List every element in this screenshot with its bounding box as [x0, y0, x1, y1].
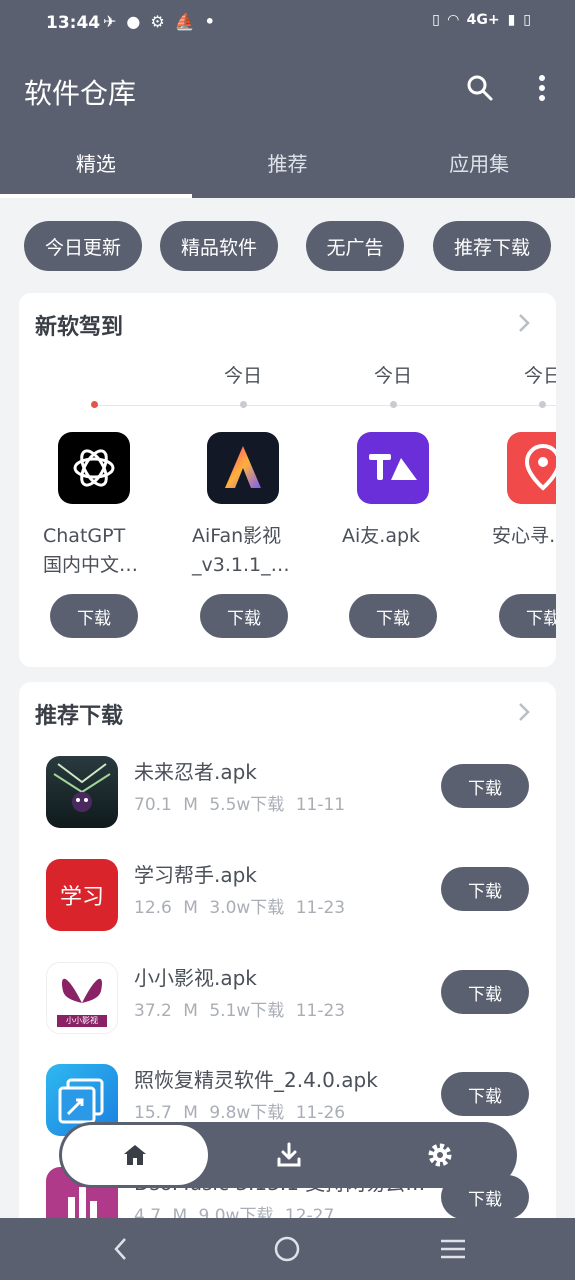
circle-home-icon — [274, 1236, 300, 1262]
timeline-line — [94, 405, 556, 406]
network-type: 4G+ — [466, 12, 500, 28]
more-button[interactable] — [524, 70, 560, 106]
download-button[interactable]: 下载 — [200, 594, 288, 638]
back-button[interactable] — [106, 1234, 136, 1264]
chip-premium[interactable]: 精品软件 — [160, 221, 278, 271]
timeline-dot — [539, 401, 546, 408]
signal-icon: ▮ — [507, 12, 516, 28]
page-title: 软件仓库 — [24, 77, 137, 110]
vibrate-icon: ▯ — [432, 12, 440, 28]
chip-today-updates[interactable]: 今日更新 — [24, 221, 142, 271]
timeline-dot — [390, 401, 397, 408]
back-icon — [114, 1238, 126, 1260]
wifi-icon: ◠ — [447, 12, 459, 28]
item-meta: 12.6 M 3.0w下载 11-23 — [134, 898, 346, 918]
dot-icon: • — [204, 12, 215, 31]
timeline-dot-active — [91, 401, 98, 408]
timeline-dot — [240, 401, 247, 408]
item-meta: 37.2 M 5.1w下载 11-23 — [134, 1001, 346, 1021]
gear-icon — [428, 1143, 452, 1167]
nav-home[interactable] — [62, 1125, 208, 1185]
list-item[interactable]: 小小影视 小小影视.apk 37.2 M 5.1w下载 11-23 下载 — [19, 962, 556, 1062]
status-bar: 13:44 ✈ ● ⚙ ⛵ • ▯ ◠ 4G+ ▮ ▯ — [0, 0, 575, 46]
list-item[interactable]: 未来忍者.apk 70.1 M 5.5w下载 11-11 下载 — [19, 756, 556, 856]
system-navigation-bar — [0, 1218, 575, 1280]
chevron-right-icon[interactable] — [514, 700, 534, 724]
download-button[interactable]: 下载 — [349, 594, 437, 638]
download-button[interactable]: 下载 — [441, 1072, 529, 1116]
app-name: AiFan影视 — [192, 525, 282, 547]
nav-downloads[interactable] — [239, 1122, 339, 1188]
new-arrivals-card: 新软驾到 今日 今日 今日 ChatGPT 国内中文… 下载 AiFan影视 _… — [19, 293, 556, 667]
ninja-game-icon — [46, 756, 118, 828]
app-header: 13:44 ✈ ● ⚙ ⛵ • ▯ ◠ 4G+ ▮ ▯ 软件仓库 精选 推荐 应… — [0, 0, 575, 198]
item-name: 学习帮手.apk — [134, 863, 257, 887]
chat-icon: ● — [126, 12, 141, 31]
download-button[interactable]: 下载 — [441, 867, 529, 911]
home-system-button[interactable] — [272, 1234, 302, 1264]
more-vert-icon — [539, 75, 545, 101]
app-item[interactable]: Ai友.apk — [318, 432, 458, 551]
boat-icon: ⛵ — [174, 12, 195, 31]
app-item[interactable]: 安心寻… — [468, 432, 556, 551]
status-time: 13:44 — [46, 13, 101, 33]
app-name-cont: _v3.1.1_… — [192, 554, 290, 576]
app-item[interactable]: AiFan影视 _v3.1.1_… — [168, 432, 308, 580]
tab-collections[interactable]: 应用集 — [383, 130, 575, 198]
home-icon — [124, 1145, 146, 1165]
study-app-icon: 学习 — [46, 859, 118, 931]
app-name-cont: 国内中文… — [43, 554, 139, 576]
new-arrivals-title: 新软驾到 — [35, 315, 124, 340]
search-icon — [467, 75, 493, 101]
butterfly-video-icon: 小小影视 — [46, 962, 118, 1034]
recents-button[interactable] — [438, 1234, 468, 1264]
app-name: ChatGPT — [43, 525, 126, 547]
app-name: 安心寻… — [492, 525, 556, 547]
item-name: 照恢复精灵软件_2.4.0.apk — [134, 1068, 378, 1092]
download-button[interactable]: 下载 — [499, 594, 556, 638]
chevron-right-icon[interactable] — [514, 311, 534, 335]
item-meta: 15.7 M 9.8w下载 11-26 — [134, 1103, 346, 1123]
menu-icon — [441, 1239, 465, 1259]
aifan-icon — [207, 432, 279, 504]
tab-featured[interactable]: 精选 — [0, 130, 192, 198]
download-button[interactable]: 下载 — [441, 970, 529, 1014]
bottom-navigation — [59, 1122, 517, 1188]
aiyou-icon — [357, 432, 429, 504]
download-icon — [277, 1142, 301, 1167]
search-button[interactable] — [462, 70, 498, 106]
item-name: 未来忍者.apk — [134, 760, 257, 784]
timeline-label: 今日 — [523, 365, 556, 387]
tab-bar: 精选 推荐 应用集 — [0, 130, 575, 198]
download-button[interactable]: 下载 — [50, 594, 138, 638]
timeline-label: 今日 — [223, 365, 262, 387]
battery-icon: ▯ — [523, 12, 531, 28]
filter-chips: 今日更新 精品软件 无广告 推荐下载 — [24, 221, 551, 271]
download-button[interactable]: 下载 — [441, 764, 529, 808]
chatgpt-icon — [58, 432, 130, 504]
tab-recommended[interactable]: 推荐 — [192, 130, 384, 198]
icon-caption: 小小影视 — [57, 1015, 107, 1027]
app-item[interactable]: ChatGPT 国内中文… — [19, 432, 159, 580]
timeline-label: 今日 — [373, 365, 412, 387]
item-meta: 70.1 M 5.5w下载 11-11 — [134, 795, 346, 815]
item-name: 小小影视.apk — [134, 966, 257, 990]
recommended-title: 推荐下载 — [35, 704, 124, 729]
gear-icon: ⚙ — [150, 12, 165, 31]
chip-no-ads[interactable]: 无广告 — [306, 221, 404, 271]
list-item[interactable]: 学习 学习帮手.apk 12.6 M 3.0w下载 11-23 下载 — [19, 859, 556, 959]
telegram-icon: ✈ — [103, 12, 117, 31]
chip-recommended[interactable]: 推荐下载 — [433, 221, 551, 271]
nav-settings[interactable] — [390, 1122, 490, 1188]
app-name: Ai友.apk — [342, 525, 421, 547]
location-pin-icon — [507, 432, 556, 504]
